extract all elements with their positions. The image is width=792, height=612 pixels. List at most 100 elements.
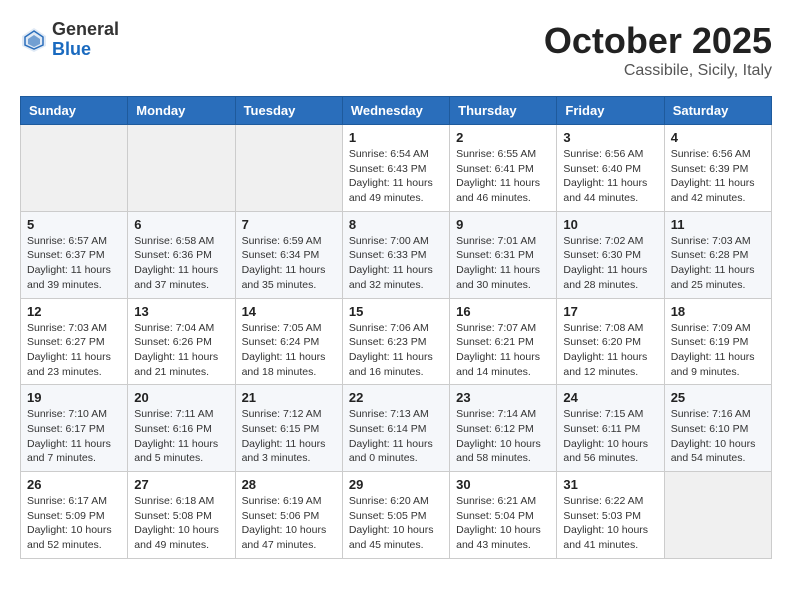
day-number: 25 (671, 390, 765, 405)
calendar-cell: 25 Sunrise: 7:16 AM Sunset: 6:10 PM Dayli… (664, 385, 771, 472)
calendar-cell: 12 Sunrise: 7:03 AM Sunset: 6:27 PM Dayli… (21, 298, 128, 385)
day-info: Sunrise: 7:03 AM Sunset: 6:28 PM Dayligh… (671, 234, 765, 293)
day-number: 19 (27, 390, 121, 405)
calendar-cell: 5 Sunrise: 6:57 AM Sunset: 6:37 PM Daylig… (21, 211, 128, 298)
day-number: 20 (134, 390, 228, 405)
day-info: Sunrise: 7:11 AM Sunset: 6:16 PM Dayligh… (134, 407, 228, 466)
day-info: Sunrise: 7:12 AM Sunset: 6:15 PM Dayligh… (242, 407, 336, 466)
day-number: 14 (242, 304, 336, 319)
day-info: Sunrise: 6:58 AM Sunset: 6:36 PM Dayligh… (134, 234, 228, 293)
logo-text: General Blue (52, 20, 119, 60)
day-info: Sunrise: 6:22 AM Sunset: 5:03 PM Dayligh… (563, 494, 657, 553)
day-of-week-header: Tuesday (235, 97, 342, 125)
calendar-cell: 2 Sunrise: 6:55 AM Sunset: 6:41 PM Daylig… (450, 125, 557, 212)
calendar-cell: 26Sunrise: 6:17 AM Sunset: 5:09 PM Dayli… (21, 472, 128, 559)
calendar-cell: 27 Sunrise: 6:18 AM Sunset: 5:08 PM Dayli… (128, 472, 235, 559)
day-number: 10 (563, 217, 657, 232)
day-number: 27 (134, 477, 228, 492)
day-of-week-header: Friday (557, 97, 664, 125)
day-info: Sunrise: 7:05 AM Sunset: 6:24 PM Dayligh… (242, 321, 336, 380)
day-of-week-header: Monday (128, 97, 235, 125)
day-number: 2 (456, 130, 550, 145)
calendar-cell: 15 Sunrise: 7:06 AM Sunset: 6:23 PM Dayli… (342, 298, 449, 385)
calendar-cell (21, 125, 128, 212)
calendar-week-row: 26Sunrise: 6:17 AM Sunset: 5:09 PM Dayli… (21, 472, 772, 559)
day-of-week-header: Saturday (664, 97, 771, 125)
calendar-cell: 18 Sunrise: 7:09 AM Sunset: 6:19 PM Dayli… (664, 298, 771, 385)
day-number: 31 (563, 477, 657, 492)
calendar-cell: 16 Sunrise: 7:07 AM Sunset: 6:21 PM Dayli… (450, 298, 557, 385)
day-number: 9 (456, 217, 550, 232)
logo-icon (20, 26, 48, 54)
calendar-week-row: 5 Sunrise: 6:57 AM Sunset: 6:37 PM Daylig… (21, 211, 772, 298)
day-info: Sunrise: 7:07 AM Sunset: 6:21 PM Dayligh… (456, 321, 550, 380)
calendar-cell (664, 472, 771, 559)
calendar-cell: 9Sunrise: 7:01 AM Sunset: 6:31 PM Daylig… (450, 211, 557, 298)
day-info: Sunrise: 7:03 AM Sunset: 6:27 PM Dayligh… (27, 321, 121, 380)
calendar-cell: 14 Sunrise: 7:05 AM Sunset: 6:24 PM Dayli… (235, 298, 342, 385)
day-number: 21 (242, 390, 336, 405)
day-number: 26 (27, 477, 121, 492)
calendar-cell: 11Sunrise: 7:03 AM Sunset: 6:28 PM Dayli… (664, 211, 771, 298)
calendar-cell: 19 Sunrise: 7:10 AM Sunset: 6:17 PM Dayli… (21, 385, 128, 472)
day-number: 12 (27, 304, 121, 319)
day-info: Sunrise: 7:16 AM Sunset: 6:10 PM Dayligh… (671, 407, 765, 466)
day-info: Sunrise: 6:55 AM Sunset: 6:41 PM Dayligh… (456, 147, 550, 206)
calendar-cell: 17 Sunrise: 7:08 AM Sunset: 6:20 PM Dayli… (557, 298, 664, 385)
day-number: 1 (349, 130, 443, 145)
logo: General Blue (20, 20, 119, 60)
calendar-cell: 29Sunrise: 6:20 AM Sunset: 5:05 PM Dayli… (342, 472, 449, 559)
calendar-cell: 13 Sunrise: 7:04 AM Sunset: 6:26 PM Dayli… (128, 298, 235, 385)
calendar-cell: 6 Sunrise: 6:58 AM Sunset: 6:36 PM Daylig… (128, 211, 235, 298)
day-number: 5 (27, 217, 121, 232)
day-number: 15 (349, 304, 443, 319)
location: Cassibile, Sicily, Italy (544, 62, 772, 80)
calendar-cell: 7Sunrise: 6:59 AM Sunset: 6:34 PM Daylig… (235, 211, 342, 298)
calendar-cell (235, 125, 342, 212)
day-info: Sunrise: 7:13 AM Sunset: 6:14 PM Dayligh… (349, 407, 443, 466)
calendar-cell: 20 Sunrise: 7:11 AM Sunset: 6:16 PM Dayli… (128, 385, 235, 472)
logo-general: General (52, 20, 119, 40)
day-number: 17 (563, 304, 657, 319)
calendar: SundayMondayTuesdayWednesdayThursdayFrid… (20, 96, 772, 559)
calendar-cell: 28 Sunrise: 6:19 AM Sunset: 5:06 PM Dayli… (235, 472, 342, 559)
calendar-cell: 4Sunrise: 6:56 AM Sunset: 6:39 PM Daylig… (664, 125, 771, 212)
day-info: Sunrise: 7:09 AM Sunset: 6:19 PM Dayligh… (671, 321, 765, 380)
calendar-cell: 24Sunrise: 7:15 AM Sunset: 6:11 PM Dayli… (557, 385, 664, 472)
day-info: Sunrise: 6:56 AM Sunset: 6:39 PM Dayligh… (671, 147, 765, 206)
day-number: 16 (456, 304, 550, 319)
calendar-cell: 23Sunrise: 7:14 AM Sunset: 6:12 PM Dayli… (450, 385, 557, 472)
day-info: Sunrise: 6:57 AM Sunset: 6:37 PM Dayligh… (27, 234, 121, 293)
day-info: Sunrise: 6:18 AM Sunset: 5:08 PM Dayligh… (134, 494, 228, 553)
day-info: Sunrise: 7:04 AM Sunset: 6:26 PM Dayligh… (134, 321, 228, 380)
day-of-week-header: Wednesday (342, 97, 449, 125)
day-of-week-header: Thursday (450, 97, 557, 125)
day-number: 30 (456, 477, 550, 492)
month-title: October 2025 (544, 20, 772, 62)
day-info: Sunrise: 7:08 AM Sunset: 6:20 PM Dayligh… (563, 321, 657, 380)
calendar-cell: 31 Sunrise: 6:22 AM Sunset: 5:03 PM Dayli… (557, 472, 664, 559)
day-info: Sunrise: 7:02 AM Sunset: 6:30 PM Dayligh… (563, 234, 657, 293)
day-number: 18 (671, 304, 765, 319)
day-info: Sunrise: 7:06 AM Sunset: 6:23 PM Dayligh… (349, 321, 443, 380)
calendar-cell: 1Sunrise: 6:54 AM Sunset: 6:43 PM Daylig… (342, 125, 449, 212)
calendar-cell: 10 Sunrise: 7:02 AM Sunset: 6:30 PM Dayli… (557, 211, 664, 298)
day-of-week-header: Sunday (21, 97, 128, 125)
day-info: Sunrise: 7:00 AM Sunset: 6:33 PM Dayligh… (349, 234, 443, 293)
calendar-cell: 3Sunrise: 6:56 AM Sunset: 6:40 PM Daylig… (557, 125, 664, 212)
page-header: General Blue October 2025 Cassibile, Sic… (20, 20, 772, 80)
day-number: 6 (134, 217, 228, 232)
day-number: 13 (134, 304, 228, 319)
calendar-week-row: 1Sunrise: 6:54 AM Sunset: 6:43 PM Daylig… (21, 125, 772, 212)
day-info: Sunrise: 6:20 AM Sunset: 5:05 PM Dayligh… (349, 494, 443, 553)
day-number: 8 (349, 217, 443, 232)
day-info: Sunrise: 6:19 AM Sunset: 5:06 PM Dayligh… (242, 494, 336, 553)
day-info: Sunrise: 7:10 AM Sunset: 6:17 PM Dayligh… (27, 407, 121, 466)
logo-blue: Blue (52, 40, 119, 60)
day-number: 22 (349, 390, 443, 405)
day-number: 28 (242, 477, 336, 492)
title-block: October 2025 Cassibile, Sicily, Italy (544, 20, 772, 80)
day-number: 23 (456, 390, 550, 405)
day-number: 7 (242, 217, 336, 232)
calendar-week-row: 19 Sunrise: 7:10 AM Sunset: 6:17 PM Dayli… (21, 385, 772, 472)
